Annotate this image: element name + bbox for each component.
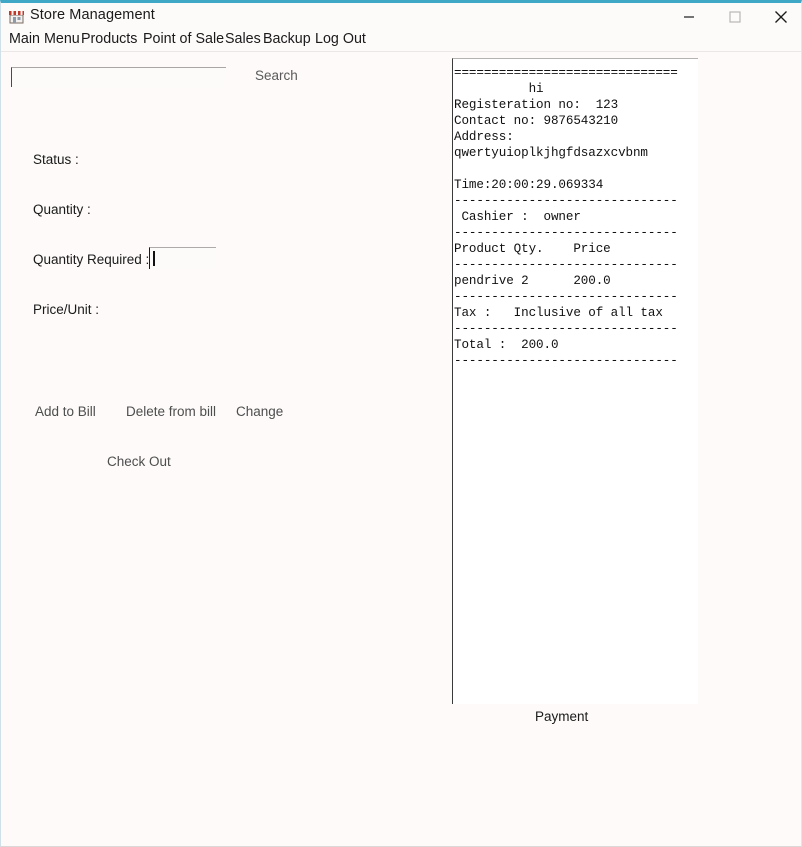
change-button[interactable]: Change: [236, 404, 283, 419]
quantity-required-label: Quantity Required :: [33, 252, 150, 267]
add-to-bill-button[interactable]: Add to Bill: [35, 404, 96, 419]
store-management-window: Store Management Main Menu Products Poin…: [0, 0, 802, 847]
window-title: Store Management: [30, 7, 155, 23]
receipt-text: ============================== hi Regist…: [454, 66, 678, 368]
menu-bar: Main Menu Products Point of Sale Sales B…: [1, 29, 801, 52]
menu-item-point-of-sale[interactable]: Point of Sale: [141, 30, 226, 48]
quantity-label: Quantity :: [33, 202, 91, 217]
check-out-button[interactable]: Check Out: [107, 454, 171, 469]
menu-item-products[interactable]: Products: [79, 30, 139, 48]
menu-item-main-menu[interactable]: Main Menu: [7, 30, 82, 48]
store-icon: [8, 8, 25, 25]
quantity-required-input[interactable]: [149, 247, 216, 269]
maximize-button[interactable]: [712, 3, 758, 30]
menu-item-sales[interactable]: Sales: [223, 30, 263, 48]
search-input[interactable]: [11, 67, 226, 87]
price-per-unit-label: Price/Unit :: [33, 302, 100, 317]
menu-item-backup[interactable]: Backup: [261, 30, 313, 48]
delete-from-bill-button[interactable]: Delete from bill: [126, 404, 216, 419]
minimize-button[interactable]: [666, 3, 712, 30]
payment-button[interactable]: Payment: [535, 709, 588, 724]
close-button[interactable]: [758, 3, 801, 30]
menu-item-log-out[interactable]: Log Out: [313, 30, 368, 48]
title-bar: Store Management: [1, 3, 801, 30]
search-button[interactable]: Search: [255, 68, 298, 83]
status-label: Status :: [33, 152, 79, 167]
receipt-panel[interactable]: ============================== hi Regist…: [452, 58, 698, 704]
text-caret: [153, 251, 155, 266]
